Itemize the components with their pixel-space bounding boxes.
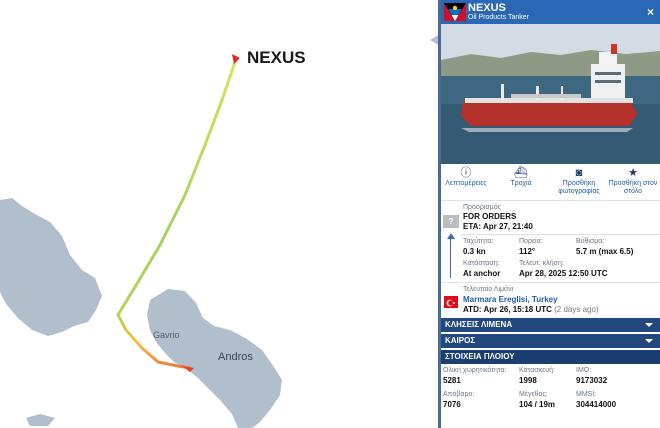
dwt-label: Απόβαρο: [443, 391, 475, 398]
destination-value: FOR ORDERS [463, 212, 517, 221]
gt-value: 5281 [443, 376, 461, 385]
draught-value: 5.7 m (max 6.5) [576, 247, 634, 256]
last-port-link[interactable]: Marmara Ereglisi, Turkey [463, 295, 558, 304]
destination-label: Προορισμός [463, 204, 501, 211]
details-label: Λεπτομέρειες [445, 180, 487, 187]
vessel-title: NEXUS [468, 2, 506, 14]
section-vessel-data[interactable]: ΣΤΟΙΧΕΙΑ ΠΛΟΙΟΥ [441, 350, 660, 364]
dwt-value: 7076 [443, 400, 461, 409]
last-report-label: Τελευτ. κλήση: [519, 260, 564, 267]
add-to-fleet-button[interactable]: ★ Προσθήκη στον στόλο [607, 167, 659, 196]
section-port-calls[interactable]: ΚΛΗΣΕΙΣ ΛΙΜΕΝΑ [441, 318, 660, 332]
map-layer [0, 34, 440, 428]
course-arrow-icon [447, 233, 455, 239]
eta-value: ETA: Apr 27, 21:40 [463, 222, 533, 231]
separator [461, 234, 660, 235]
size-label: Μέγεθος: [519, 391, 548, 398]
section-vessel-data-label: ΣΤΟΙΧΕΙΑ ΠΛΟΙΟΥ [445, 352, 515, 361]
status-value: At anchor [463, 269, 501, 278]
imo-value: 9173032 [576, 376, 608, 385]
action-bar: ⓘ Λεπτομέρειες ⛴ Τροχιά ◙ Προσθήκη φωτογ… [441, 167, 660, 201]
add-to-fleet-label: Προσθήκη στον στόλο [608, 180, 658, 195]
separator [441, 200, 660, 201]
course-arrow-line [450, 238, 451, 278]
atd-value: ATD: Apr 26, 15:18 UTC [463, 305, 552, 314]
chevron-down-icon [645, 323, 653, 327]
info-icon: ⓘ [460, 167, 472, 179]
atd-ago: (2 days ago) [554, 305, 599, 314]
close-icon[interactable]: × [647, 5, 654, 19]
section-weather[interactable]: ΚΑΙΡΟΣ [441, 334, 660, 348]
status-label: Κατάσταση: [463, 260, 500, 267]
atd-line: ATD: Apr 26, 15:18 UTC (2 days ago) [463, 305, 599, 314]
add-photo-label: Προσθήκη φωτογραφίας [558, 180, 600, 195]
last-report-value: Apr 28, 2025 12:50 UTC [519, 269, 608, 278]
course-value: 112° [519, 247, 536, 256]
vessel-type: Oil Products Tanker [468, 14, 529, 21]
add-photo-button[interactable]: ◙ Προσθήκη φωτογραφίας [553, 167, 605, 196]
mmsi-label: MMSI: [576, 391, 597, 398]
draught-label: Βύθισμα: [576, 238, 605, 245]
track-button[interactable]: ⛴ Τροχιά [501, 167, 541, 188]
turkey-flag-icon [444, 296, 458, 308]
vessel-map-label[interactable]: NEXUS [247, 48, 306, 68]
size-value: 104 / 19m [519, 400, 556, 409]
built-value: 1998 [519, 376, 537, 385]
place-label-andros: Andros [218, 351, 253, 363]
details-button[interactable]: ⓘ Λεπτομέρειες [442, 167, 490, 188]
section-port-calls-label: ΚΛΗΣΕΙΣ ΛΙΜΕΝΑ [445, 320, 513, 329]
map-canvas[interactable]: NEXUS Gavrio Andros [0, 0, 440, 428]
track-label: Τροχιά [510, 180, 532, 187]
gt-label: Ολική χωρητικότητα: [443, 367, 507, 374]
vessel-info-panel: NEXUS Oil Products Tanker × ⓘ Λεπτομέρει… [441, 0, 660, 428]
last-port-label: Τελευταίο Λιμάνι [463, 286, 514, 293]
imo-label: IMO: [576, 367, 592, 374]
vessel-photo[interactable] [441, 24, 660, 164]
panel-header: NEXUS Oil Products Tanker × [441, 0, 660, 24]
place-label-gavrio: Gavrio [153, 330, 180, 340]
section-weather-label: ΚΑΙΡΟΣ [445, 336, 476, 345]
mmsi-value: 304414000 [576, 400, 617, 409]
antigua-flag-icon [444, 3, 466, 21]
camera-icon: ◙ [575, 167, 583, 179]
chevron-down-icon [645, 339, 653, 343]
land-andros [147, 289, 282, 428]
islet [26, 414, 55, 426]
speed-label: Ταχύτητα: [463, 238, 494, 245]
built-label: Κατασκευή: [519, 367, 555, 374]
ship-track-icon: ⛴ [514, 167, 528, 179]
course-label: Πορεία: [519, 238, 543, 245]
speed-value: 0.3 kn [463, 247, 486, 256]
star-icon: ★ [628, 167, 638, 179]
unknown-badge: ? [443, 215, 459, 228]
land-west [0, 198, 102, 336]
separator [441, 282, 660, 283]
